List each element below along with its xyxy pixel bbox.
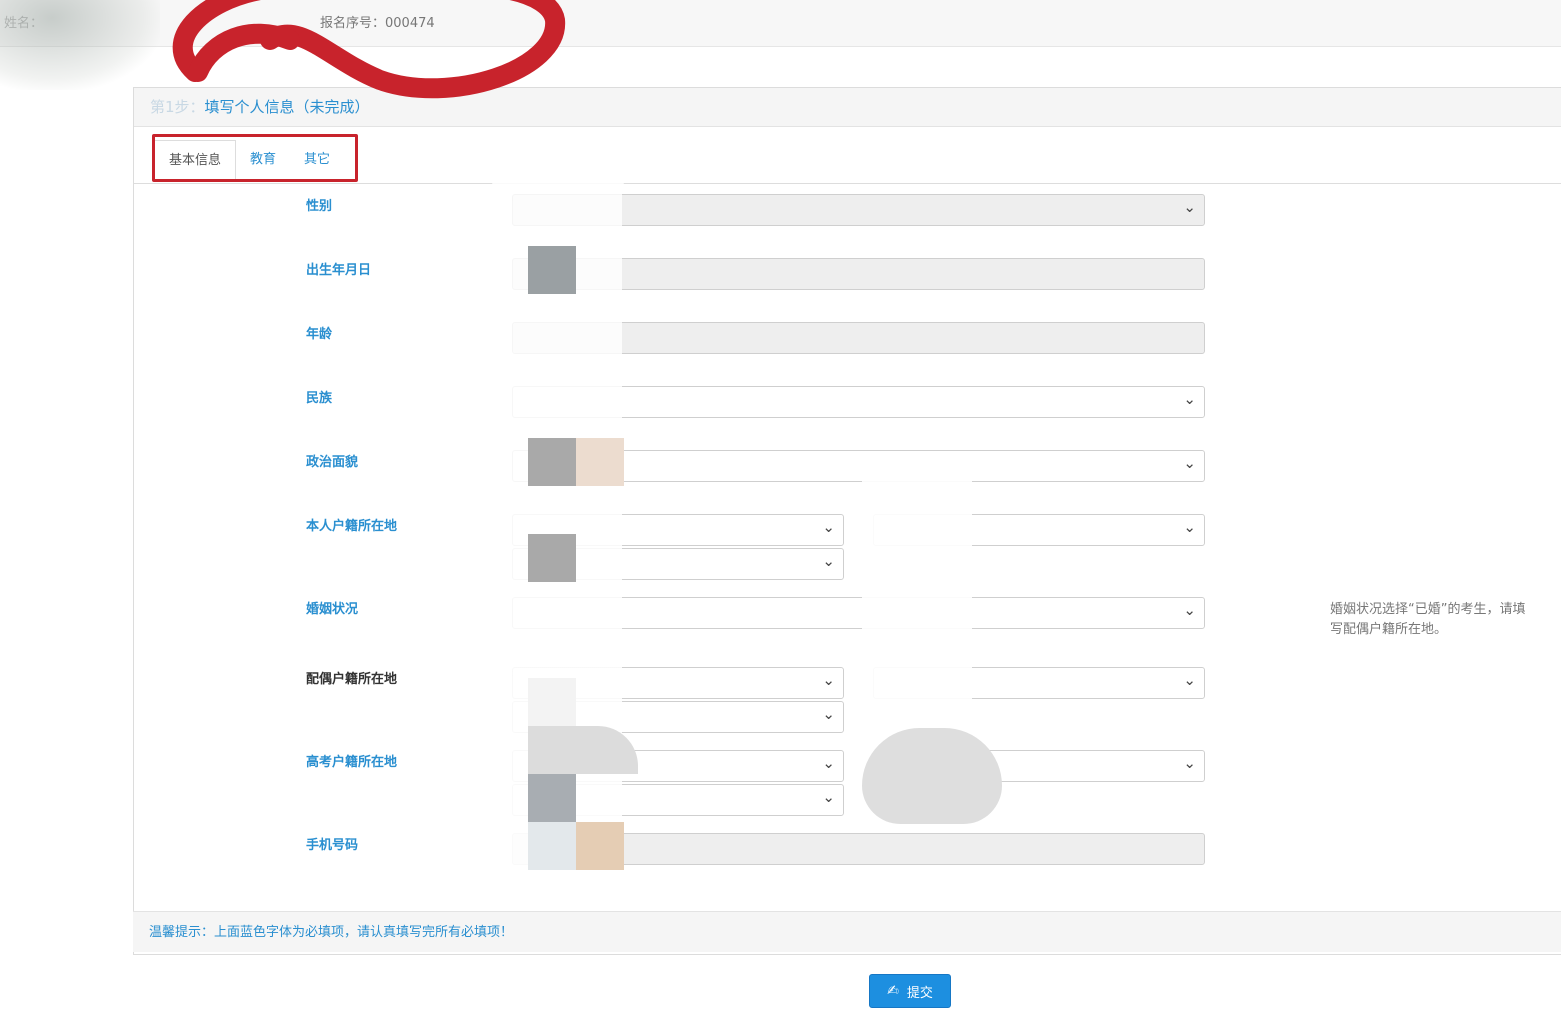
redaction-pixel [528,246,576,294]
tab-bar: 基本信息 教育 其它 [154,140,344,182]
redaction-pixel [528,438,576,486]
submit-button[interactable]: ✍ 提交 [869,974,951,1008]
check-edit-icon: ✍ [887,983,899,999]
label-political-status: 政治面貌 [306,455,359,470]
redaction-patch [862,728,1002,824]
label-marital-status: 婚姻状况 [306,602,359,617]
redaction-pixel [576,438,624,486]
tab-basic-info[interactable]: 基本信息 [154,140,237,182]
panel-heading: 第1步：填写个人信息（未完成） [134,88,1561,127]
label-exam-household: 高考户籍所在地 [306,755,398,770]
redaction-pixel [528,678,576,726]
label-household: 本人户籍所在地 [306,519,398,534]
tab-other[interactable]: 其它 [290,140,344,182]
submit-label: 提交 [906,985,933,1001]
label-ethnicity: 民族 [306,391,333,406]
marital-hint: 婚姻状况选择“已婚”的考生，请填写配偶户籍所在地。 [1330,602,1526,637]
tab-education[interactable]: 教育 [236,140,290,182]
redaction-pixel [528,726,638,774]
redaction-pixel [528,822,576,870]
redaction-pixel [576,822,624,870]
label-spouse-household: 配偶户籍所在地 [306,672,398,687]
redaction-pixel [528,534,576,582]
tab-divider [134,183,1561,184]
step-label: 第1步： [150,98,205,116]
name-label: 姓名： [4,16,44,31]
label-birth-date: 出生年月日 [306,263,372,278]
footer-tip: 温馨提示：上面蓝色字体为必填项，请认真填写完所有必填项！ [133,911,1561,952]
redaction-patch [862,480,972,730]
redaction-pixel [528,774,576,822]
top-bar: 姓名： 报名序号：000474 [0,0,1561,47]
panel-title: 填写个人信息（未完成） [204,98,370,116]
serial-number: 报名序号：000474 [320,16,435,31]
label-age: 年龄 [306,327,333,342]
label-gender: 性别 [306,199,333,214]
label-mobile: 手机号码 [306,838,359,853]
